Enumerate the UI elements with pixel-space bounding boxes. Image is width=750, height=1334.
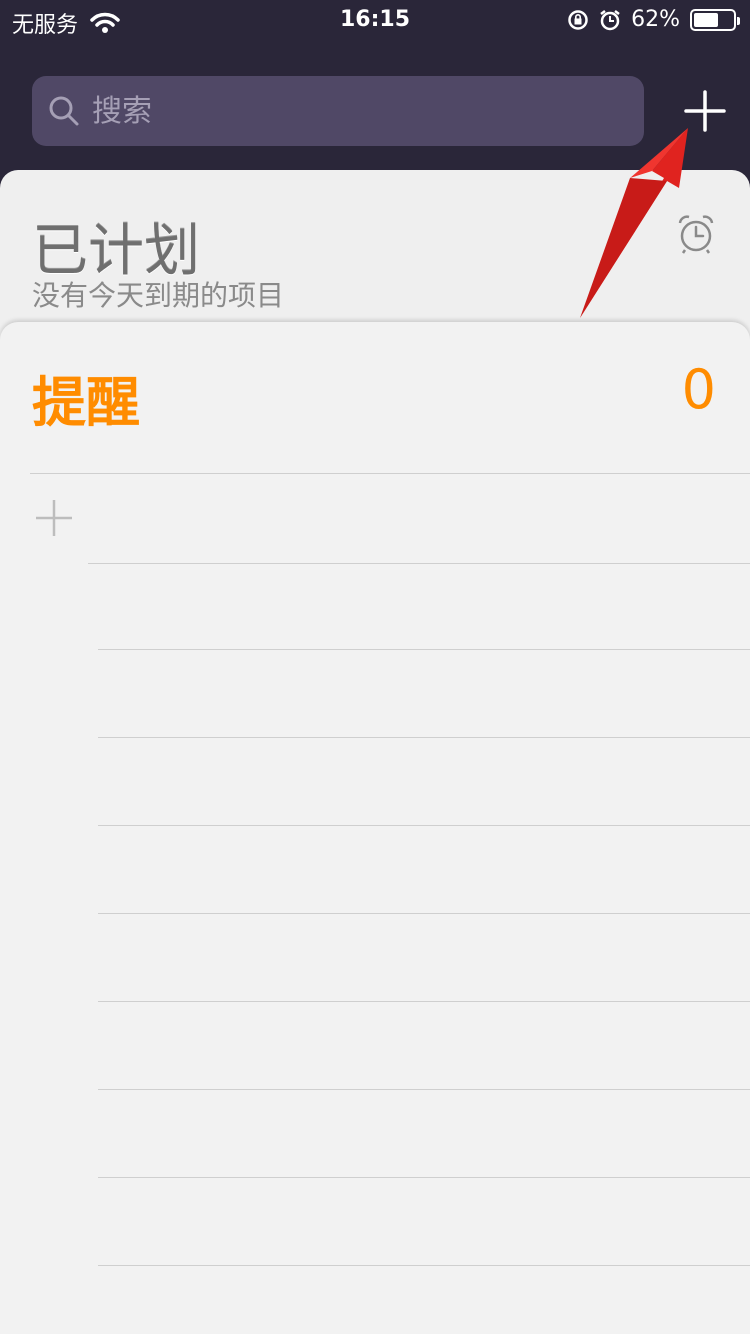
add-reminder-button[interactable] [34,498,74,538]
row-line [98,825,750,826]
plus-icon [684,90,726,132]
add-list-button[interactable] [682,88,728,134]
row-line [98,913,750,914]
alarm-clock-icon [678,215,714,254]
search-input[interactable] [90,92,614,130]
row-line [98,737,750,738]
battery-nub [737,16,740,25]
reminders-list-card: 提醒 0 [0,322,750,1334]
battery-icon [690,8,740,31]
battery-fill [694,12,718,27]
row-line [98,1001,750,1002]
row-line [98,649,750,650]
alarm-icon [600,9,620,30]
reminders-title: 提醒 [32,371,140,434]
reminders-count: 0 [681,358,716,421]
status-bar: 无服务 16:15 62% [0,0,750,40]
rotation-lock-icon [568,9,588,30]
scheduled-subtitle: 没有今天到期的项目 [32,279,285,312]
row-line [98,1265,750,1266]
status-right: 62% [567,7,740,32]
search-bar[interactable] [32,76,644,146]
battery-percent: 62% [631,7,680,32]
row-line [98,1177,750,1178]
row-line [88,563,750,564]
row-line [98,1089,750,1090]
plus-icon [36,500,72,536]
search-icon [49,96,79,126]
divider [30,473,750,474]
